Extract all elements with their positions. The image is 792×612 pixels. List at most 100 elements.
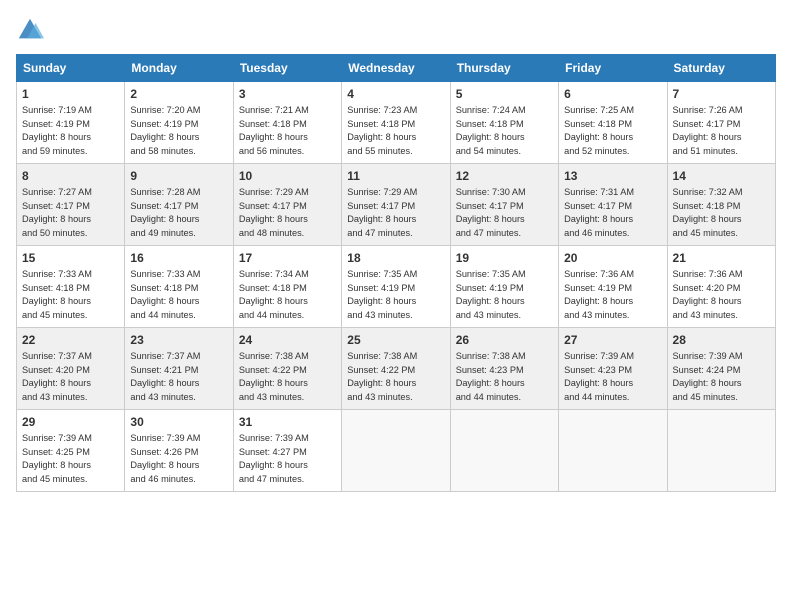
cell-date: 30 [130, 414, 227, 430]
cell-date: 13 [564, 168, 661, 184]
cell-content: Sunrise: 7:37 AMSunset: 4:21 PMDaylight:… [130, 351, 200, 402]
calendar-day-header: Tuesday [233, 55, 341, 82]
cell-date: 1 [22, 86, 119, 102]
cell-content: Sunrise: 7:27 AMSunset: 4:17 PMDaylight:… [22, 187, 92, 238]
cell-date: 8 [22, 168, 119, 184]
cell-date: 28 [673, 332, 770, 348]
cell-content: Sunrise: 7:34 AMSunset: 4:18 PMDaylight:… [239, 269, 309, 320]
cell-date: 16 [130, 250, 227, 266]
calendar-week-row: 1 Sunrise: 7:19 AMSunset: 4:19 PMDayligh… [17, 82, 776, 164]
calendar-cell [667, 410, 775, 492]
calendar-cell: 31 Sunrise: 7:39 AMSunset: 4:27 PMDaylig… [233, 410, 341, 492]
calendar-cell: 12 Sunrise: 7:30 AMSunset: 4:17 PMDaylig… [450, 164, 558, 246]
logo [16, 16, 48, 44]
cell-content: Sunrise: 7:39 AMSunset: 4:24 PMDaylight:… [673, 351, 743, 402]
cell-date: 17 [239, 250, 336, 266]
calendar-cell: 21 Sunrise: 7:36 AMSunset: 4:20 PMDaylig… [667, 246, 775, 328]
cell-content: Sunrise: 7:38 AMSunset: 4:23 PMDaylight:… [456, 351, 526, 402]
cell-date: 14 [673, 168, 770, 184]
cell-content: Sunrise: 7:30 AMSunset: 4:17 PMDaylight:… [456, 187, 526, 238]
cell-content: Sunrise: 7:19 AMSunset: 4:19 PMDaylight:… [22, 105, 92, 156]
cell-content: Sunrise: 7:20 AMSunset: 4:19 PMDaylight:… [130, 105, 200, 156]
calendar-cell [450, 410, 558, 492]
cell-content: Sunrise: 7:31 AMSunset: 4:17 PMDaylight:… [564, 187, 634, 238]
cell-date: 20 [564, 250, 661, 266]
cell-date: 7 [673, 86, 770, 102]
calendar-cell: 22 Sunrise: 7:37 AMSunset: 4:20 PMDaylig… [17, 328, 125, 410]
calendar-cell: 10 Sunrise: 7:29 AMSunset: 4:17 PMDaylig… [233, 164, 341, 246]
calendar-cell [342, 410, 450, 492]
cell-date: 31 [239, 414, 336, 430]
cell-date: 24 [239, 332, 336, 348]
cell-date: 3 [239, 86, 336, 102]
calendar-cell: 9 Sunrise: 7:28 AMSunset: 4:17 PMDayligh… [125, 164, 233, 246]
calendar-cell: 3 Sunrise: 7:21 AMSunset: 4:18 PMDayligh… [233, 82, 341, 164]
calendar-cell: 26 Sunrise: 7:38 AMSunset: 4:23 PMDaylig… [450, 328, 558, 410]
cell-content: Sunrise: 7:36 AMSunset: 4:19 PMDaylight:… [564, 269, 634, 320]
cell-date: 19 [456, 250, 553, 266]
calendar-day-header: Thursday [450, 55, 558, 82]
calendar-day-header: Friday [559, 55, 667, 82]
logo-icon [16, 16, 44, 44]
calendar-week-row: 15 Sunrise: 7:33 AMSunset: 4:18 PMDaylig… [17, 246, 776, 328]
cell-content: Sunrise: 7:28 AMSunset: 4:17 PMDaylight:… [130, 187, 200, 238]
cell-date: 2 [130, 86, 227, 102]
cell-content: Sunrise: 7:29 AMSunset: 4:17 PMDaylight:… [239, 187, 309, 238]
calendar-cell: 29 Sunrise: 7:39 AMSunset: 4:25 PMDaylig… [17, 410, 125, 492]
cell-content: Sunrise: 7:36 AMSunset: 4:20 PMDaylight:… [673, 269, 743, 320]
calendar-cell [559, 410, 667, 492]
calendar-week-row: 29 Sunrise: 7:39 AMSunset: 4:25 PMDaylig… [17, 410, 776, 492]
calendar-day-header: Saturday [667, 55, 775, 82]
cell-content: Sunrise: 7:39 AMSunset: 4:25 PMDaylight:… [22, 433, 92, 484]
cell-date: 4 [347, 86, 444, 102]
calendar-day-header: Sunday [17, 55, 125, 82]
cell-date: 23 [130, 332, 227, 348]
calendar-cell: 7 Sunrise: 7:26 AMSunset: 4:17 PMDayligh… [667, 82, 775, 164]
calendar-cell: 25 Sunrise: 7:38 AMSunset: 4:22 PMDaylig… [342, 328, 450, 410]
calendar-cell: 16 Sunrise: 7:33 AMSunset: 4:18 PMDaylig… [125, 246, 233, 328]
calendar-cell: 2 Sunrise: 7:20 AMSunset: 4:19 PMDayligh… [125, 82, 233, 164]
calendar-cell: 5 Sunrise: 7:24 AMSunset: 4:18 PMDayligh… [450, 82, 558, 164]
cell-date: 10 [239, 168, 336, 184]
cell-date: 15 [22, 250, 119, 266]
cell-content: Sunrise: 7:25 AMSunset: 4:18 PMDaylight:… [564, 105, 634, 156]
calendar-cell: 24 Sunrise: 7:38 AMSunset: 4:22 PMDaylig… [233, 328, 341, 410]
calendar-cell: 11 Sunrise: 7:29 AMSunset: 4:17 PMDaylig… [342, 164, 450, 246]
calendar-cell: 23 Sunrise: 7:37 AMSunset: 4:21 PMDaylig… [125, 328, 233, 410]
cell-content: Sunrise: 7:39 AMSunset: 4:23 PMDaylight:… [564, 351, 634, 402]
cell-date: 25 [347, 332, 444, 348]
header [16, 16, 776, 44]
cell-date: 12 [456, 168, 553, 184]
cell-date: 26 [456, 332, 553, 348]
cell-content: Sunrise: 7:32 AMSunset: 4:18 PMDaylight:… [673, 187, 743, 238]
cell-date: 6 [564, 86, 661, 102]
cell-date: 29 [22, 414, 119, 430]
cell-content: Sunrise: 7:29 AMSunset: 4:17 PMDaylight:… [347, 187, 417, 238]
cell-content: Sunrise: 7:26 AMSunset: 4:17 PMDaylight:… [673, 105, 743, 156]
cell-date: 18 [347, 250, 444, 266]
calendar-cell: 1 Sunrise: 7:19 AMSunset: 4:19 PMDayligh… [17, 82, 125, 164]
cell-content: Sunrise: 7:24 AMSunset: 4:18 PMDaylight:… [456, 105, 526, 156]
cell-content: Sunrise: 7:39 AMSunset: 4:27 PMDaylight:… [239, 433, 309, 484]
calendar-cell: 30 Sunrise: 7:39 AMSunset: 4:26 PMDaylig… [125, 410, 233, 492]
calendar-cell: 15 Sunrise: 7:33 AMSunset: 4:18 PMDaylig… [17, 246, 125, 328]
calendar-cell: 6 Sunrise: 7:25 AMSunset: 4:18 PMDayligh… [559, 82, 667, 164]
cell-content: Sunrise: 7:37 AMSunset: 4:20 PMDaylight:… [22, 351, 92, 402]
calendar-cell: 4 Sunrise: 7:23 AMSunset: 4:18 PMDayligh… [342, 82, 450, 164]
cell-content: Sunrise: 7:33 AMSunset: 4:18 PMDaylight:… [22, 269, 92, 320]
cell-date: 11 [347, 168, 444, 184]
calendar-week-row: 8 Sunrise: 7:27 AMSunset: 4:17 PMDayligh… [17, 164, 776, 246]
calendar-cell: 27 Sunrise: 7:39 AMSunset: 4:23 PMDaylig… [559, 328, 667, 410]
calendar-cell: 8 Sunrise: 7:27 AMSunset: 4:17 PMDayligh… [17, 164, 125, 246]
cell-date: 5 [456, 86, 553, 102]
cell-content: Sunrise: 7:35 AMSunset: 4:19 PMDaylight:… [456, 269, 526, 320]
calendar-cell: 17 Sunrise: 7:34 AMSunset: 4:18 PMDaylig… [233, 246, 341, 328]
cell-date: 9 [130, 168, 227, 184]
calendar-cell: 13 Sunrise: 7:31 AMSunset: 4:17 PMDaylig… [559, 164, 667, 246]
calendar-cell: 28 Sunrise: 7:39 AMSunset: 4:24 PMDaylig… [667, 328, 775, 410]
page: SundayMondayTuesdayWednesdayThursdayFrid… [0, 0, 792, 502]
cell-content: Sunrise: 7:39 AMSunset: 4:26 PMDaylight:… [130, 433, 200, 484]
calendar-week-row: 22 Sunrise: 7:37 AMSunset: 4:20 PMDaylig… [17, 328, 776, 410]
calendar-header-row: SundayMondayTuesdayWednesdayThursdayFrid… [17, 55, 776, 82]
cell-content: Sunrise: 7:33 AMSunset: 4:18 PMDaylight:… [130, 269, 200, 320]
